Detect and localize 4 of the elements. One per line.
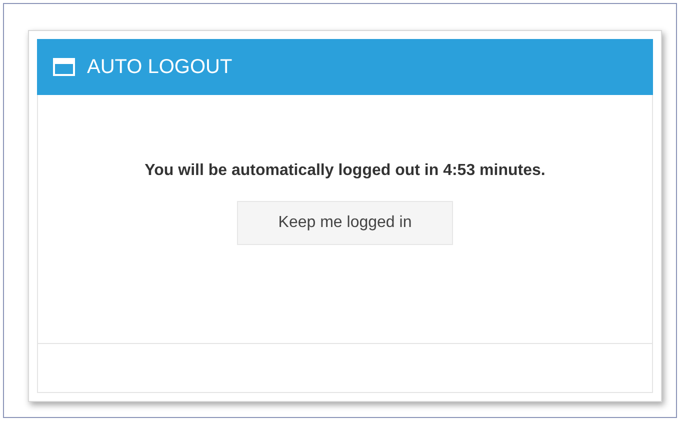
window-icon <box>53 58 75 76</box>
logout-message: You will be automatically logged out in 4:53 minutes. <box>144 161 546 181</box>
dialog-title: AUTO LOGOUT <box>87 55 232 80</box>
keep-logged-in-button[interactable]: Keep me logged in <box>237 201 453 245</box>
